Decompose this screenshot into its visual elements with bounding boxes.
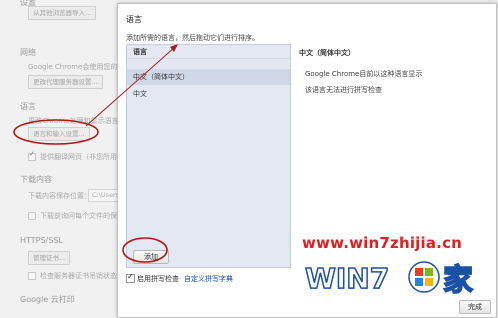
watermark-url: www.win7zhijia.cn xyxy=(302,234,463,252)
logo-char: 家 xyxy=(443,263,473,298)
windows-flag-icon xyxy=(408,261,440,293)
annotation-arrow xyxy=(85,46,176,127)
highlight-circle-add-button xyxy=(122,237,168,263)
logo-text: WIN7 xyxy=(305,262,389,295)
highlight-circle-lang-settings xyxy=(13,119,99,145)
win7-logo: WIN7 家 xyxy=(304,261,474,299)
